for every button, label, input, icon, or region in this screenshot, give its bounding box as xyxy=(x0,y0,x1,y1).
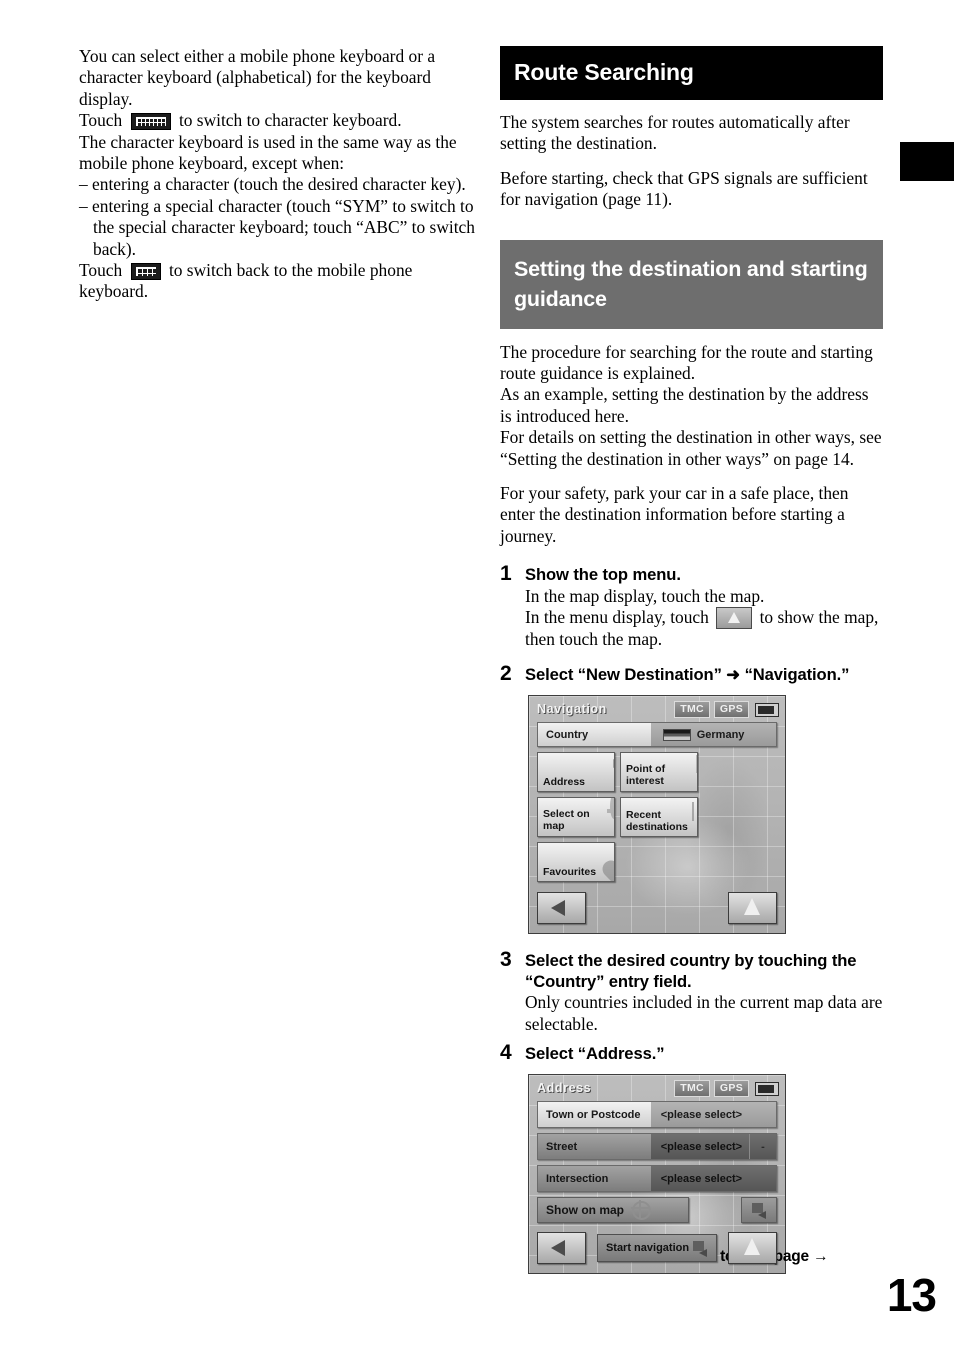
step-1-desc-2: In the menu display, touch to show the m… xyxy=(525,607,883,650)
setting-destination-body: The procedure for searching for the rout… xyxy=(500,342,883,548)
route-paragraph-2: Before starting, check that GPS signals … xyxy=(500,167,868,210)
back-arrow-icon[interactable] xyxy=(537,1232,586,1265)
row-intersection-value: <please select> xyxy=(650,1166,776,1192)
touch-suffix-2: to switch back to the mobile phone keybo… xyxy=(79,260,413,302)
step-1-desc-2-before: In the menu display, touch xyxy=(525,607,709,628)
tmc-badge[interactable]: TMC xyxy=(674,701,710,719)
section-edge-tab xyxy=(900,142,954,181)
step-2-number: 2 xyxy=(500,661,512,685)
show-on-map-button[interactable]: Show on map xyxy=(537,1197,689,1224)
header-setting-destination: Setting the destination and starting gui… xyxy=(500,239,883,329)
left-paragraph-2: The character keyboard is used in the sa… xyxy=(79,131,457,174)
country-row-label: Country xyxy=(538,723,651,747)
tile-point-of-interest[interactable]: Point of interest xyxy=(620,752,698,793)
battery-icon xyxy=(755,702,779,717)
tile-select-on-map-label: Select on map xyxy=(543,808,590,832)
tile-favourites[interactable]: Favourites xyxy=(537,842,615,883)
left-bullet-0: – entering a character (touch the desire… xyxy=(79,174,466,195)
mobile-phone-keyboard-icon[interactable] xyxy=(130,263,161,281)
step-4-title: Select “Address.” xyxy=(525,1043,665,1063)
goto-flag-icon xyxy=(693,1241,708,1258)
step-1-title: Show the top menu. xyxy=(525,565,681,585)
country-row[interactable]: Country Germany xyxy=(537,722,777,748)
address-status-bar: TMC GPS xyxy=(674,1080,779,1098)
row-street-value: <please select> xyxy=(650,1134,749,1160)
row-town-or-postcode-label: Town or Postcode xyxy=(538,1102,651,1128)
tile-recent-destinations[interactable]: Recent destinations xyxy=(620,797,698,838)
navigation-status-bar: TMC GPS xyxy=(674,701,779,719)
address-screen-image: Address TMC GPS Town or Postcode <please… xyxy=(528,1074,786,1275)
page-number: 13 xyxy=(886,1269,937,1321)
country-row-value: Germany xyxy=(696,728,745,741)
navigation-cursor-icon[interactable] xyxy=(716,607,753,630)
step-3-desc: Only countries included in the current m… xyxy=(525,992,883,1034)
goto-flag-icon[interactable] xyxy=(741,1197,777,1224)
touch-label-2: Touch xyxy=(79,260,123,281)
row-street-extra[interactable]: - xyxy=(749,1134,776,1160)
row-intersection-label: Intersection xyxy=(538,1166,651,1192)
address-footer: Start navigation xyxy=(537,1232,777,1266)
tmc-badge[interactable]: TMC xyxy=(674,1080,710,1098)
row-street-label: Street xyxy=(538,1134,651,1160)
touch-label-1: Touch xyxy=(79,110,123,131)
back-arrow-icon[interactable] xyxy=(537,892,586,925)
touch-char-keyboard-line: Touch to switch to character keyboard. xyxy=(79,110,479,131)
tile-address-label: Address xyxy=(543,775,586,788)
left-body: You can select either a mobile phone key… xyxy=(79,46,479,303)
row-town-or-postcode-value: <please select> xyxy=(650,1102,776,1128)
crosshair-icon xyxy=(631,1199,651,1220)
left-column: You can select either a mobile phone key… xyxy=(79,46,479,303)
step-2: 2 Select “New Destination” ➜ “Navigation… xyxy=(500,661,883,686)
navigation-footer xyxy=(537,892,777,926)
gps-badge[interactable]: GPS xyxy=(713,701,749,719)
step-2-title: Select “New Destination” ➜ “Navigation.” xyxy=(525,664,850,684)
tile-point-of-interest-label: Point of interest xyxy=(626,763,666,787)
step-1-number: 1 xyxy=(500,562,512,586)
row-intersection[interactable]: Intersection <please select> xyxy=(537,1165,777,1193)
step-3-title: Select the desired country by touching t… xyxy=(525,951,857,991)
step-1-desc-1: In the map display, touch the map. xyxy=(525,585,765,606)
route-paragraph-1: The system searches for routes automatic… xyxy=(500,112,850,154)
touch-mobile-keyboard-line: Touch to switch back to the mobile phone… xyxy=(79,260,479,303)
step-1: 1 Show the top menu. In the map display,… xyxy=(500,562,883,650)
route-searching-body: The system searches for routes automatic… xyxy=(500,112,883,211)
tile-select-on-map[interactable]: Select on map xyxy=(537,797,615,838)
navigation-cursor-icon[interactable] xyxy=(728,892,777,925)
step-3-number: 3 xyxy=(500,948,512,972)
navigation-screen-title: Navigation xyxy=(537,702,607,717)
right-column: Route Searching The system searches for … xyxy=(500,46,883,1275)
german-flag-icon xyxy=(662,728,691,741)
left-paragraph-1: You can select either a mobile phone key… xyxy=(79,46,436,109)
navigation-screen-image: Navigation TMC GPS Country Germany Addre… xyxy=(528,695,786,935)
address-mid-row: Show on map xyxy=(537,1197,777,1227)
show-on-map-label: Show on map xyxy=(546,1203,624,1218)
intro-paragraph-1: The procedure for searching for the rout… xyxy=(500,341,882,469)
step-3: 3 Select the desired country by touching… xyxy=(500,948,883,1035)
intro-paragraph-2: For your safety, park your car in a safe… xyxy=(500,483,849,546)
row-street[interactable]: Street <please select> - xyxy=(537,1133,777,1161)
start-navigation-button[interactable]: Start navigation xyxy=(597,1234,717,1263)
manual-page: You can select either a mobile phone key… xyxy=(0,0,954,1352)
step-4: 4 Select “Address.” xyxy=(500,1040,883,1065)
tile-favourites-label: Favourites xyxy=(543,865,597,878)
address-screen-title: Address xyxy=(537,1081,592,1096)
navigation-tile-grid: Address Point of interest Select on map … xyxy=(537,752,777,883)
header-route-searching: Route Searching xyxy=(500,46,883,100)
crosshair-icon xyxy=(610,798,614,820)
navigation-cursor-icon[interactable] xyxy=(728,1232,777,1265)
tile-address[interactable]: Address xyxy=(537,752,615,793)
character-keyboard-icon[interactable] xyxy=(130,113,171,131)
step-4-number: 4 xyxy=(500,1040,512,1064)
battery-icon xyxy=(755,1081,779,1096)
tile-recent-destinations-label: Recent destinations xyxy=(626,809,688,833)
list-icon xyxy=(692,802,694,822)
touch-suffix-1: to switch to character keyboard. xyxy=(178,110,402,131)
left-bullet-1: – entering a special character (touch “S… xyxy=(79,195,475,259)
gps-badge[interactable]: GPS xyxy=(713,1080,749,1098)
row-town-or-postcode[interactable]: Town or Postcode <please select> xyxy=(537,1101,777,1129)
start-navigation-label: Start navigation xyxy=(605,1242,690,1255)
country-row-value-wrap: Germany xyxy=(650,723,776,747)
